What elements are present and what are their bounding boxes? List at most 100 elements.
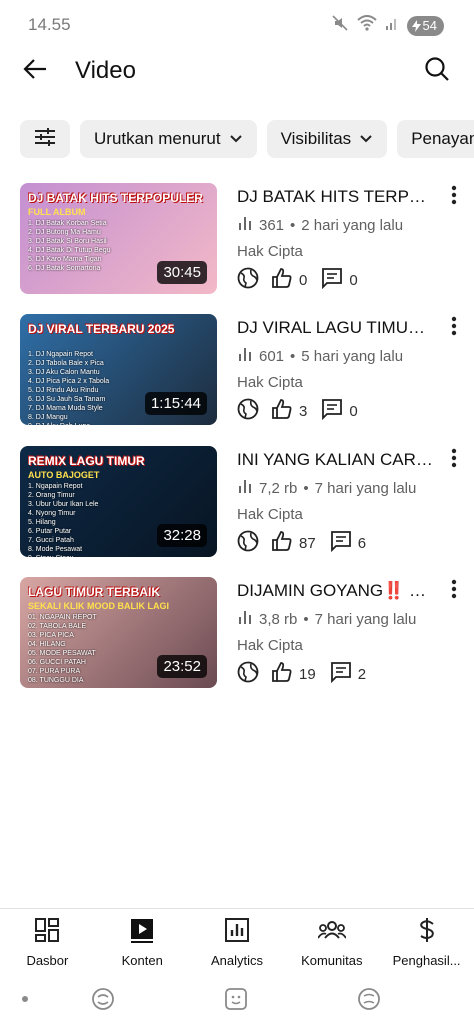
video-thumbnail[interactable]: LAGU TIMUR TERBAIK SEKALI KLIK MOOD BALIK… (20, 577, 217, 688)
audience-chip[interactable]: Penayangan (397, 120, 474, 158)
thumb-tracklist-line: 9. Stecu Stecu (28, 554, 148, 557)
thumb-tracklist-line: 06. GUCCI PATAH (28, 659, 86, 666)
video-actions: 30 (237, 398, 372, 424)
sys-dot-icon (22, 996, 28, 1002)
video-title[interactable]: DIJAMIN GOYANG‼️ KUMPULAN LAGU TIMUR (237, 581, 437, 601)
video-row[interactable]: REMIX LAGU TIMUR AUTO BAJOGET 1. Ngapain R… (20, 446, 474, 558)
chevron-down-icon (359, 129, 373, 149)
thumb-tracklist-line: 02. TABOLA BALE (28, 623, 87, 630)
thumb-subheading: FULL ALBUM (28, 207, 86, 217)
comment-count: 6 (357, 534, 367, 552)
view-count: 3,8 rb (259, 610, 298, 628)
thumb-tracklist-line: 4. Nyong Timur (28, 510, 76, 517)
comment-count: 0 (349, 271, 358, 289)
video-duration: 32:28 (157, 524, 207, 547)
nav-label: Penghasil... (392, 953, 461, 968)
thumb-tracklist-line: 1. DJ Ngapain Repot (28, 351, 93, 358)
thumbs-up-icon[interactable] (271, 267, 293, 293)
globe-icon[interactable] (237, 267, 259, 293)
video-thumbnail[interactable]: REMIX LAGU TIMUR AUTO BAJOGET 1. Ngapain R… (20, 446, 217, 557)
thumbs-up-icon[interactable] (271, 398, 293, 424)
video-thumbnail[interactable]: DJ VIRAL TERBARU 2025 1. DJ Ngapain Repot… (20, 314, 217, 425)
sys-home-icon (225, 988, 247, 1010)
nav-label: Komunitas (301, 953, 363, 968)
video-row[interactable]: LAGU TIMUR TERBAIK SEKALI KLIK MOOD BALIK… (20, 577, 474, 689)
thumb-tracklist-line: 2. DJ Butong Ma Hamu (28, 229, 101, 236)
globe-icon[interactable] (237, 398, 259, 424)
status-time: 14.55 (28, 15, 71, 34)
thumb-subheading: AUTO BAJOGET (28, 470, 100, 480)
like-count: 19 (299, 665, 316, 683)
copyright-label[interactable]: Hak Cipta (237, 243, 303, 260)
filter-chips: Urutkan menurut Visibilitas Penayangan (20, 120, 474, 160)
video-thumbnail[interactable]: DJ BATAK HITS TERPOPULER FULL ALBUM 1. DJ … (20, 183, 217, 294)
video-stats: 361 • 2 hari yang lalu (237, 215, 403, 235)
thumb-tracklist-line: 6. Putar Putar (28, 528, 72, 535)
comment-icon[interactable] (330, 530, 352, 556)
stats-separator: • (303, 479, 309, 497)
view-count: 7,2 rb (259, 479, 298, 497)
visibility-chip[interactable]: Visibilitas (266, 120, 388, 158)
nav-label: Analytics (210, 953, 263, 968)
filter-settings-chip[interactable] (20, 120, 70, 158)
nav-komunitas[interactable]: Komunitas (284, 909, 379, 968)
status-icons: 54 (331, 14, 444, 37)
back-button[interactable] (18, 54, 52, 88)
stats-separator: • (290, 347, 296, 365)
thumb-tracklist-line: 3. DJ Aku Calon Mantu (28, 369, 100, 376)
sliders-icon (33, 126, 57, 153)
globe-icon[interactable] (237, 661, 259, 687)
wifi-icon (356, 15, 377, 36)
globe-icon[interactable] (237, 530, 259, 556)
nav-label: Konten (121, 953, 163, 968)
comment-icon[interactable] (330, 661, 352, 687)
stats-separator: • (303, 610, 309, 628)
more-options-button[interactable] (442, 448, 466, 472)
nav-penghasilan[interactable]: Penghasil... (379, 909, 474, 968)
thumb-tracklist: 1. DJ Batak Korban Setia 2. DJ Butong Ma … (28, 219, 148, 273)
sort-chip-label: Urutkan menurut (94, 129, 221, 148)
video-title[interactable]: DJ VIRAL LAGU TIMUR 2025 TERBARU (237, 318, 437, 338)
more-options-button[interactable] (442, 185, 466, 209)
thumbs-up-icon[interactable] (271, 661, 293, 687)
like-count: 3 (299, 402, 308, 420)
thumb-tracklist-line: 8. DJ Mangu (28, 414, 68, 421)
more-vert-icon (451, 579, 457, 604)
more-options-button[interactable] (442, 579, 466, 603)
nav-analytics[interactable]: Analytics (190, 909, 285, 968)
thumb-tracklist: 1. DJ Ngapain Repot 2. DJ Tabola Bale x P… (28, 350, 148, 425)
video-duration: 30:45 (157, 261, 207, 284)
comment-icon[interactable] (321, 267, 343, 293)
sort-chip[interactable]: Urutkan menurut (80, 120, 257, 158)
video-actions: 00 (237, 267, 372, 293)
nav-konten[interactable]: Konten (95, 909, 190, 968)
arrow-left-icon (22, 56, 48, 87)
thumb-tracklist-line: 05. MODE PESAWAT (28, 650, 96, 657)
thumb-tracklist-line: 3. DJ Batak Si Boru Hasil (28, 238, 107, 245)
more-options-button[interactable] (442, 316, 466, 340)
copyright-label[interactable]: Hak Cipta (237, 637, 303, 654)
copyright-label[interactable]: Hak Cipta (237, 506, 303, 523)
thumb-tracklist-line: 1. DJ Batak Korban Setia (28, 220, 107, 227)
thumb-tracklist-line: 2. Orang Timur (28, 492, 75, 499)
upload-age: 7 hari yang lalu (314, 479, 417, 497)
battery-icon: 54 (406, 15, 444, 36)
search-button[interactable] (420, 54, 454, 88)
thumb-tracklist-line: 4. DJ Pica Pica 2 x Tabola (28, 378, 110, 385)
video-row[interactable]: DJ BATAK HITS TERPOPULER FULL ALBUM 1. DJ … (20, 183, 474, 295)
thumb-subheading: SEKALI KLIK MOOD BALIK LAGI (28, 601, 169, 611)
views-icon (237, 346, 253, 366)
video-title[interactable]: INI YANG KALIAN CARI DJ REMIX LAGU TIMUR (237, 450, 437, 470)
thumbs-up-icon[interactable] (271, 530, 293, 556)
video-row[interactable]: DJ VIRAL TERBARU 2025 1. DJ Ngapain Repot… (20, 314, 474, 426)
views-icon (237, 609, 253, 629)
thumb-tracklist-line: 6. DJ Batak Somartona (28, 265, 101, 272)
analytics-icon (224, 917, 250, 948)
upload-age: 5 hari yang lalu (301, 347, 404, 365)
copyright-label[interactable]: Hak Cipta (237, 374, 303, 391)
comment-icon[interactable] (321, 398, 343, 424)
community-icon (317, 917, 347, 948)
nav-dasbor[interactable]: Dasbor (0, 909, 95, 968)
video-title[interactable]: DJ BATAK HITS TERPOPULER FULL ALBUM (237, 187, 437, 207)
thumb-tracklist-line: 08. TUNGGU DIA (28, 677, 84, 684)
